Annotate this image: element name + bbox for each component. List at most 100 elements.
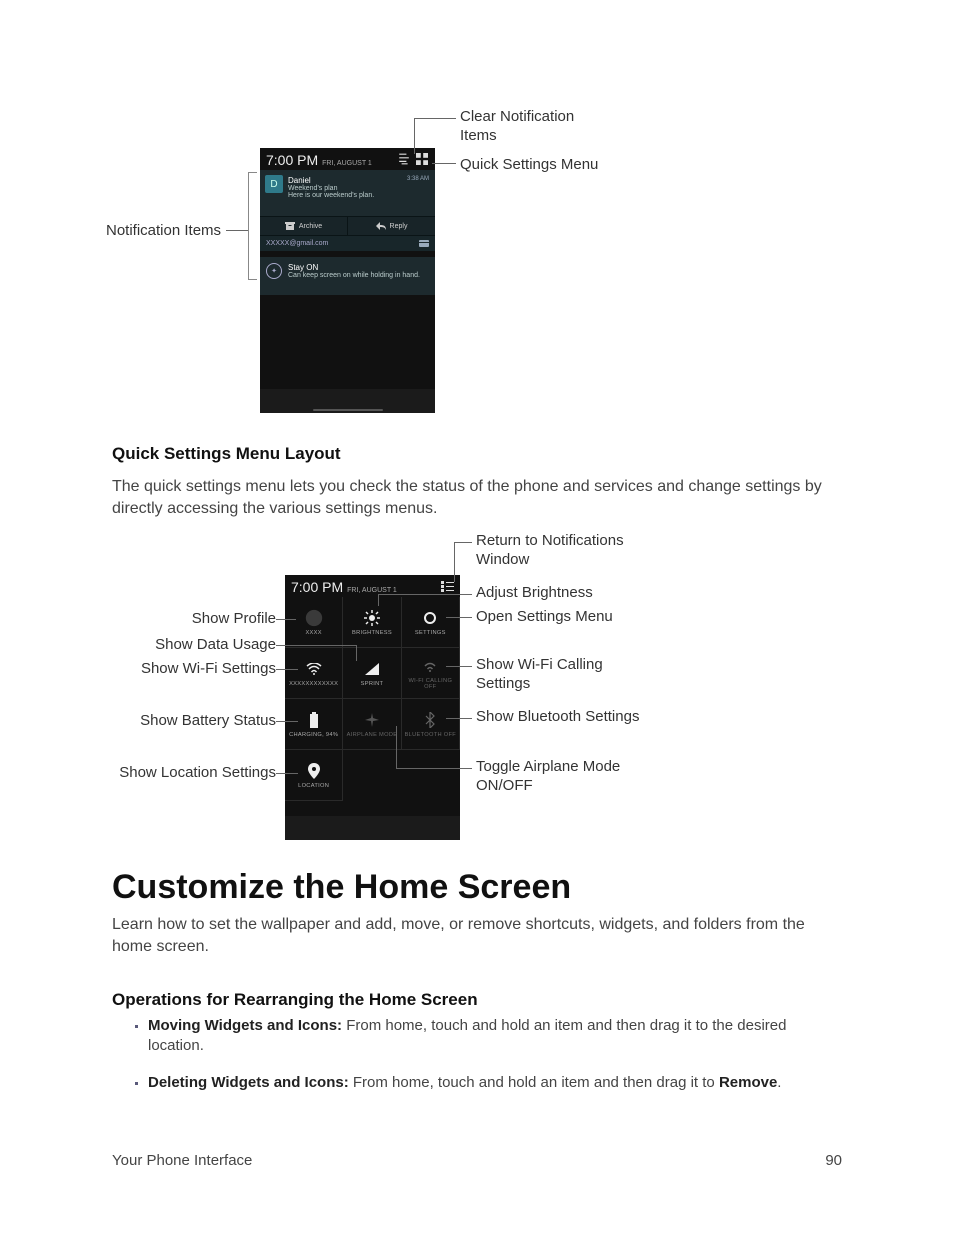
return-notifications-icon[interactable] [440, 580, 454, 594]
leader-line [396, 726, 397, 768]
leader-line [226, 230, 248, 231]
leader-line [276, 669, 298, 670]
heading-customize-home: Customize the Home Screen [112, 868, 571, 907]
reply-button[interactable]: Reply [348, 217, 435, 235]
profile-icon [305, 609, 323, 627]
leader-line [276, 773, 298, 774]
reply-icon [376, 222, 386, 230]
tile-battery[interactable]: CHARGING, 94% [285, 699, 343, 750]
leader-line [454, 542, 472, 543]
tile-label: BRIGHTNESS [350, 630, 394, 636]
tile-brightness[interactable]: BRIGHTNESS [343, 597, 401, 648]
label-bluetooth: Show Bluetooth Settings [476, 708, 646, 727]
stayon-title: Stay ON [288, 263, 429, 272]
leader-line [432, 163, 456, 164]
leader-line [276, 645, 356, 646]
notif-account-row[interactable]: XXXXX@gmail.com [260, 235, 435, 251]
status-bar: 7:00 PM FRI, AUGUST 1 [260, 148, 435, 170]
bluetooth-icon [421, 711, 439, 729]
reply-label: Reply [390, 223, 408, 230]
status-time: 7:00 PM [291, 579, 343, 595]
op2-rest-a: From home, touch and hold an item and th… [349, 1074, 719, 1091]
tile-data[interactable]: SPRINT [343, 648, 401, 699]
operations-list: Moving Widgets and Icons: From home, tou… [130, 1016, 844, 1109]
label-adjust-brightness: Adjust Brightness [476, 584, 593, 601]
leader-line [414, 118, 415, 154]
tile-wifi[interactable]: XXXXXXXXXXXX [285, 648, 343, 699]
label-airplane: Toggle Airplane Mode ON/OFF [476, 758, 666, 796]
body-quick-settings: The quick settings menu lets you check t… [112, 476, 844, 519]
label-clear-notifications: Clear Notification Items [460, 108, 610, 146]
wifi-calling-icon [421, 657, 439, 675]
wifi-icon [305, 660, 323, 678]
footer-page-number: 90 [825, 1152, 842, 1169]
tile-profile[interactable]: XXXX [285, 597, 343, 648]
status-time: 7:00 PM [266, 152, 318, 168]
heading-operations: Operations for Rearranging the Home Scre… [112, 990, 478, 1010]
battery-icon [305, 711, 323, 729]
op2-bold: Deleting Widgets and Icons: [148, 1074, 349, 1091]
notification-stay-on[interactable]: ✦ Stay ON Can keep screen on while holdi… [260, 257, 435, 295]
brightness-icon [363, 609, 381, 627]
leader-line [378, 594, 379, 606]
list-item: Moving Widgets and Icons: From home, tou… [148, 1016, 844, 1057]
figure-notification-panel: 7:00 PM FRI, AUGUST 1 D Daniel Weekend's… [260, 148, 435, 413]
leader-line [378, 594, 472, 595]
tile-label: AIRPLANE MODE [345, 732, 400, 738]
signal-icon [363, 660, 381, 678]
stay-on-icon: ✦ [266, 263, 282, 279]
tile-label: SETTINGS [413, 630, 448, 636]
notif-actions: Archive Reply [260, 216, 435, 235]
op1-bold: Moving Widgets and Icons: [148, 1017, 342, 1034]
tile-label: XXXXXXXXXXXX [287, 681, 340, 687]
label-show-data: Show Data Usage [155, 636, 276, 653]
quick-settings-icon[interactable] [415, 152, 429, 166]
list-item: Deleting Widgets and Icons: From home, t… [148, 1073, 844, 1093]
tile-bluetooth[interactable]: BLUETOOTH OFF [402, 699, 460, 750]
leader-line [276, 619, 296, 620]
notif-line1: Weekend's plan [288, 185, 429, 192]
tile-airplane[interactable]: AIRPLANE MODE [343, 699, 401, 750]
tile-location[interactable]: LOCATION [285, 750, 343, 801]
tile-label: LOCATION [296, 783, 331, 789]
location-icon [305, 762, 323, 780]
label-show-battery: Show Battery Status [140, 712, 276, 729]
tile-label: SPRINT [359, 681, 386, 687]
archive-button[interactable]: Archive [260, 217, 348, 235]
tile-label: BLUETOOTH OFF [403, 732, 459, 738]
account-email: XXXXX@gmail.com [266, 240, 328, 247]
leader-line [414, 118, 456, 119]
op2-remove: Remove [719, 1074, 777, 1091]
drag-handle[interactable] [313, 409, 383, 411]
notification-email[interactable]: D Daniel Weekend's plan Here is our week… [260, 170, 435, 216]
card-icon [419, 240, 429, 247]
tile-label: CHARGING, 94% [287, 732, 340, 738]
label-open-settings: Open Settings Menu [476, 608, 613, 625]
gear-icon [421, 609, 439, 627]
archive-label: Archive [299, 223, 322, 230]
leader-line [356, 645, 357, 661]
figure-quick-settings: 7:00 PM FRI, AUGUST 1 XXXX [285, 575, 460, 840]
heading-quick-settings-layout: Quick Settings Menu Layout [112, 444, 341, 464]
notif-time: 3:38 AM [407, 176, 429, 182]
bracket-icon [248, 172, 257, 280]
label-quick-settings: Quick Settings Menu [460, 156, 598, 173]
status-date: FRI, AUGUST 1 [347, 587, 397, 594]
leader-line [446, 666, 472, 667]
label-notification-items: Notification Items [106, 222, 221, 239]
clear-notifications-icon[interactable] [397, 152, 411, 166]
leader-line [396, 768, 472, 769]
notif-line2: Here is our weekend's plan. [288, 192, 429, 199]
tile-settings[interactable]: SETTINGS [402, 597, 460, 648]
airplane-icon [363, 711, 381, 729]
tile-wifi-calling[interactable]: WI-FI CALLING OFF [402, 648, 460, 699]
tile-label: XXXX [303, 630, 323, 636]
footer-section-title: Your Phone Interface [112, 1152, 252, 1169]
archive-icon [285, 222, 295, 230]
status-date: FRI, AUGUST 1 [322, 160, 372, 167]
label-show-wifi: Show Wi-Fi Settings [141, 660, 276, 677]
leader-line [446, 718, 472, 719]
stayon-line: Can keep screen on while holding in hand… [288, 272, 429, 279]
avatar: D [265, 175, 283, 193]
body-customize: Learn how to set the wallpaper and add, … [112, 914, 844, 957]
